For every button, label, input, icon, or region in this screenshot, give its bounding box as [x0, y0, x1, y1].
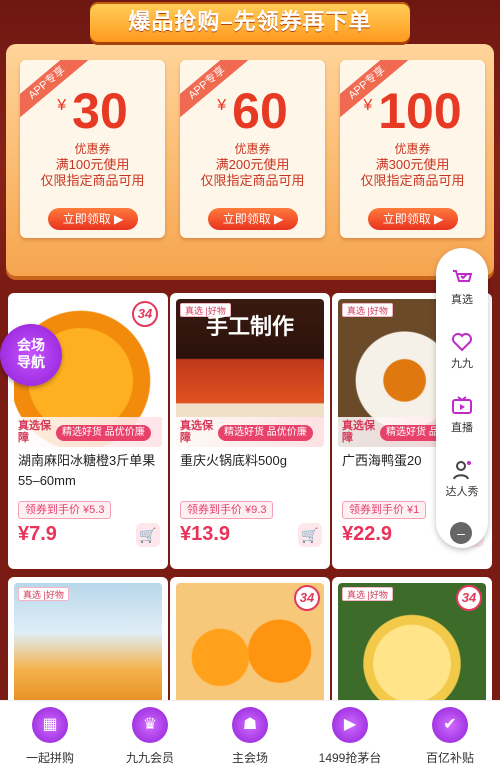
product-card[interactable]: 真选 |好物 34 [332, 577, 492, 707]
product-card[interactable]: 34 [170, 577, 330, 707]
nav-label: 一起拼购 [25, 751, 74, 765]
guarantee-strip: 真选保障 精选好货 品优价廉 [176, 417, 324, 447]
slogan-pill: 精选好货 品优价廉 [56, 425, 151, 441]
coupon-scope: 仅限指定商品可用 [360, 173, 465, 188]
coupon-price-tag: 领券到手价 ¥5.3 [18, 501, 112, 519]
nav-item-group-buy[interactable]: ▦ 一起拼购 [0, 707, 100, 766]
coupon-scope: 仅限指定商品可用 [200, 173, 305, 188]
anniversary-badge: 34 [132, 301, 158, 327]
anniversary-badge: 34 [456, 585, 482, 611]
sidebar-item-label: 九九 [451, 358, 473, 370]
product-card[interactable]: 真选 |好物 [8, 577, 168, 707]
nav-item-member[interactable]: ♛ 九九会员 [100, 707, 200, 766]
nav-label: 百亿补贴 [425, 751, 474, 765]
heart-icon [452, 333, 472, 352]
guarantee-strip: 真选保障 精选好货 品优价廉 [14, 417, 162, 447]
guarantee-label: 真选保障 [342, 420, 375, 444]
coupon-price-tag: 领券到手价 ¥9.3 [180, 501, 274, 519]
sidebar-item-talent-show[interactable]: 达人秀 [436, 458, 488, 499]
coupon-card-60[interactable]: APP专享 ¥60 优惠券 满200元使用 仅限指定商品可用 立即领取 ▶ [180, 60, 325, 238]
product-name[interactable]: 重庆火锅底料500g [180, 451, 325, 471]
nav-item-maotai[interactable]: ▶ 1499抢茅台 [300, 707, 400, 766]
sidebar-item-label: 直播 [451, 422, 473, 434]
anniversary-badge: 34 [294, 585, 320, 611]
coupon-card-100[interactable]: APP专享 ¥100 优惠券 满300元使用 仅限指定商品可用 立即领取 ▶ [340, 60, 485, 238]
cart-check-icon [453, 270, 473, 282]
venue-nav-line1: 会场 [17, 337, 45, 353]
bottle-icon: ▶ [332, 707, 368, 743]
subsidy-icon: ✔ [432, 707, 468, 743]
coupon-card-30[interactable]: APP专享 ¥30 优惠券 满100元使用 仅限指定商品可用 立即领取 ▶ [20, 60, 165, 238]
slogan-pill: 精选好货 品优价廉 [218, 425, 313, 441]
crown-icon: ♛ [132, 707, 168, 743]
coupon-amount: ¥60 [217, 83, 288, 139]
coupon-amount: ¥100 [363, 83, 462, 139]
nav-label: 主会场 [231, 751, 268, 765]
coupon-amount: ¥30 [57, 83, 128, 139]
claim-coupon-button[interactable]: 立即领取 ▶ [208, 208, 298, 230]
product-card[interactable]: 真选 |好物 手工制作 真选保障 精选好货 品优价廉 重庆火锅底料500g 领券… [170, 293, 330, 569]
user-star-icon [453, 461, 471, 480]
nav-item-main-venue[interactable]: ☗ 主会场 [200, 707, 300, 766]
sidebar-item-label: 真选 [451, 294, 473, 306]
product-price: ¥13.9 [180, 523, 231, 545]
banner-title: 爆品抢购–先领券再下单 [90, 2, 410, 42]
product-price: ¥7.9 [18, 523, 57, 545]
nav-label: 九九会员 [125, 751, 174, 765]
image-caption: 手工制作 [206, 314, 295, 340]
product-image-mandarin[interactable]: 34 [176, 583, 324, 707]
sidebar-item-live[interactable]: 直播 [436, 394, 488, 435]
product-image-pomelo[interactable]: 真选 |好物 34 [338, 583, 486, 707]
coupon-section: 爆品抢购–先领券再下单 APP专享 ¥30 优惠券 满100元使用 仅限指定商品… [0, 0, 500, 285]
bottom-navigation: ▦ 一起拼购 ♛ 九九会员 ☗ 主会场 ▶ 1499抢茅台 ✔ 百亿补贴 [0, 700, 500, 772]
coupon-price-tag: 领券到手价 ¥1 [342, 501, 427, 519]
product-price: ¥22.9 [342, 523, 393, 545]
claim-coupon-button[interactable]: 立即领取 ▶ [368, 208, 458, 230]
brand-tag: 真选 |好物 [342, 303, 393, 317]
product-image-hotpot[interactable]: 真选 |好物 手工制作 真选保障 精选好货 品优价廉 [176, 299, 324, 447]
guarantee-label: 真选保障 [18, 420, 51, 444]
grid-icon: ▦ [32, 707, 68, 743]
coupon-scope: 仅限指定商品可用 [40, 173, 145, 188]
tv-icon [452, 396, 472, 414]
nav-label: 1499抢茅台 [318, 751, 382, 765]
venue-nav-line2: 导航 [17, 354, 45, 370]
sidebar-item-jiujiu[interactable]: 九九 [436, 330, 488, 371]
venue-navigation-button[interactable]: 会场 导航 [0, 324, 62, 386]
product-image-pickle[interactable]: 真选 |好物 [14, 583, 162, 707]
collapse-icon[interactable]: – [450, 522, 472, 544]
brand-tag: 真选 |好物 [342, 587, 393, 601]
venue-icon: ☗ [232, 707, 268, 743]
claim-coupon-button[interactable]: 立即领取 ▶ [48, 208, 138, 230]
sidebar-item-zhenxuan[interactable]: 真选 [436, 266, 488, 307]
floating-sidebar: 真选 九九 直播 达人秀 – [436, 248, 488, 548]
add-to-cart-button[interactable]: 🛒 [298, 523, 322, 547]
guarantee-label: 真选保障 [180, 420, 213, 444]
sidebar-item-label: 达人秀 [445, 486, 479, 498]
brand-tag: 真选 |好物 [18, 587, 69, 601]
product-name[interactable]: 湖南麻阳冰糖橙3斤单果55–60mm [18, 451, 163, 491]
nav-item-subsidy[interactable]: ✔ 百亿补贴 [400, 707, 500, 766]
add-to-cart-button[interactable]: 🛒 [136, 523, 160, 547]
